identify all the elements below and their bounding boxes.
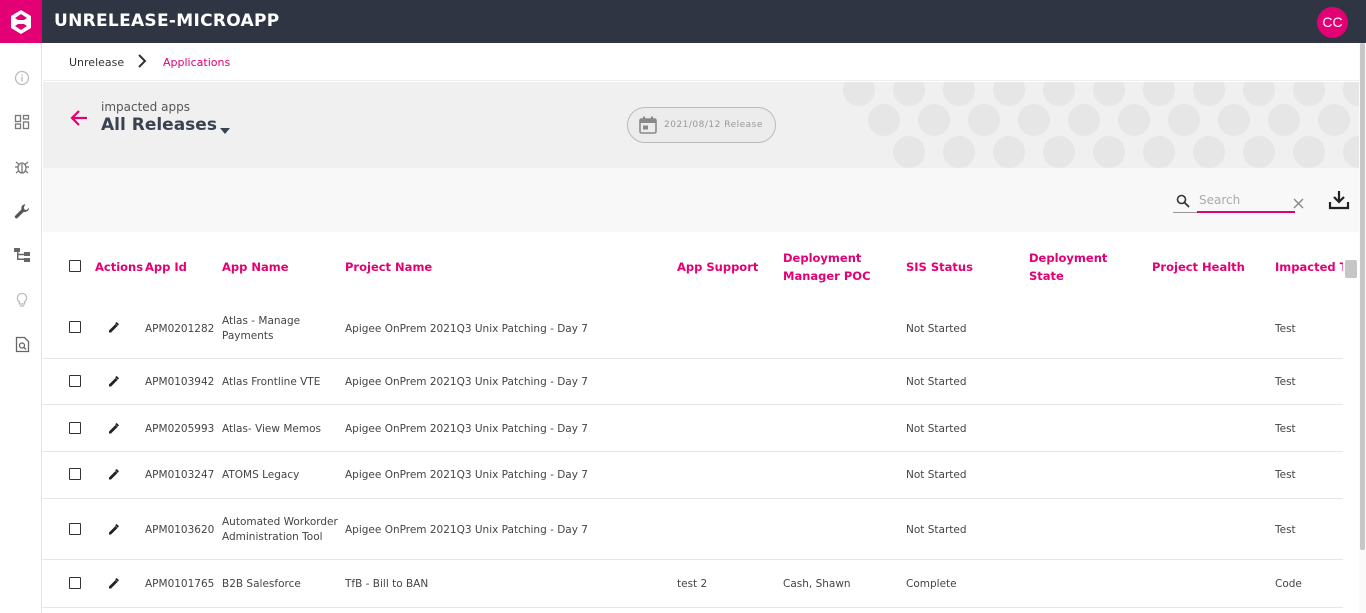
column-header-deployment-manager-poc[interactable]: Deployment Manager POC [783,249,875,285]
dashboard-icon[interactable] [12,112,32,132]
calendar-icon [638,115,658,139]
cell-app-name: Atlas- View Memos [222,423,321,435]
release-selector[interactable]: All Releases [101,115,217,135]
column-header-app-id[interactable]: App Id [145,258,187,276]
search-input[interactable] [1197,189,1295,213]
row-checkbox[interactable] [69,422,81,434]
cell-project-name: Apigee OnPrem 2021Q3 Unix Patching - Day… [345,469,588,481]
column-header-actions[interactable]: Actions [95,258,143,276]
download-icon[interactable] [1328,190,1350,214]
applications-table: Actions App Id App Name Project Name App… [43,232,1343,613]
row-checkbox[interactable] [69,375,81,387]
cell-app-id: APM0101765 [145,578,215,590]
edit-pencil-icon[interactable] [107,467,121,484]
cell-project-name: Apigee OnPrem 2021Q3 Unix Patching - Day… [345,323,588,335]
cell-sis-status: Complete [906,578,957,590]
document-search-icon[interactable] [12,334,32,354]
cell-app-name: ATOMS Legacy [222,469,300,481]
close-icon[interactable] [1293,194,1304,213]
cell-app-id: APM0201282 [145,323,215,335]
edit-pencil-icon[interactable] [107,522,121,539]
breadcrumb-current[interactable]: Applications [163,56,230,69]
cell-impacted-type: Test [1275,323,1296,335]
cell-impacted-type: Test [1275,423,1296,435]
cell-project-name: Apigee OnPrem 2021Q3 Unix Patching - Day… [345,423,588,435]
cell-impacted-type: Test [1275,376,1296,388]
column-header-sis-status[interactable]: SIS Status [906,258,973,276]
user-avatar[interactable]: CC [1317,7,1348,38]
page-header: impacted apps All Releases 2021/08/12 Re… [43,82,1359,168]
cell-impacted-type: Test [1275,469,1296,481]
table-row[interactable]: APM0103942 Atlas Frontline VTE Apigee On… [43,359,1343,405]
cell-app-name: B2B Salesforce [222,578,301,590]
cell-impacted-type: Code [1275,578,1302,590]
cell-app-id: APM0205993 [145,423,215,435]
bug-icon[interactable] [12,157,32,177]
wrench-icon[interactable] [12,201,32,221]
back-arrow-icon[interactable] [69,108,89,132]
table-row[interactable]: APM0201282 Atlas - Manage Payments Apige… [43,302,1343,359]
release-date-chip[interactable]: 2021/08/12 Release [627,107,776,143]
cell-deployment-manager-poc: Cash, Shawn [783,578,851,590]
cell-app-support: test 2 [677,578,708,590]
cell-app-id: APM0103620 [145,524,215,536]
table-header: Actions App Id App Name Project Name App… [43,232,1343,302]
cell-project-name: TfB - Bill to BAN [345,578,429,590]
cell-project-name: Apigee OnPrem 2021Q3 Unix Patching - Day… [345,376,588,388]
cell-project-name: Apigee OnPrem 2021Q3 Unix Patching - Day… [345,524,588,536]
cell-app-name: Atlas Frontline VTE [222,376,321,388]
cell-impacted-type: Test [1275,524,1296,536]
table-row[interactable]: APM0103247 ATOMS Legacy Apigee OnPrem 20… [43,452,1343,499]
cell-sis-status: Not Started [906,423,967,435]
breadcrumb: Unrelease Applications [43,43,1359,81]
table-scrollbar-thumb[interactable] [1345,260,1357,278]
row-checkbox[interactable] [69,523,81,535]
brand-logo[interactable] [0,0,42,43]
cell-sis-status: Not Started [906,524,967,536]
sidebar [0,43,42,613]
column-header-impacted-type[interactable]: Impacted Ty [1275,258,1343,276]
hierarchy-icon[interactable] [12,245,32,265]
cell-sis-status: Not Started [906,376,967,388]
column-header-app-support[interactable]: App Support [677,258,758,276]
table-toolbar [43,168,1359,232]
logo-icon [11,9,31,34]
cell-app-name: Automated Workorder Administration Tool [222,516,338,543]
chevron-right-icon [136,53,148,72]
table-row[interactable]: APM0103620 Automated Workorder Administr… [43,499,1343,560]
row-checkbox[interactable] [69,468,81,480]
lightbulb-icon[interactable] [12,290,32,310]
info-icon[interactable] [12,68,32,88]
edit-pencil-icon[interactable] [107,576,121,593]
cell-app-name: Atlas - Manage Payments [222,315,301,342]
cell-sis-status: Not Started [906,469,967,481]
page-scrollbar-thumb[interactable] [1360,43,1365,550]
breadcrumb-root[interactable]: Unrelease [69,56,124,69]
release-chip-label: 2021/08/12 Release [664,120,763,130]
decorative-dots-pattern [843,82,1359,168]
header-sub-label: impacted apps [101,100,190,114]
cell-sis-status: Not Started [906,323,967,335]
column-header-deployment-state[interactable]: Deployment State [1029,249,1119,285]
search-icon [1176,193,1190,212]
column-header-app-name[interactable]: App Name [222,258,289,276]
edit-pencil-icon[interactable] [107,320,121,337]
table-row[interactable]: APM0101765 B2B Salesforce TfB - Bill to … [43,560,1343,608]
caret-down-icon[interactable] [219,120,231,139]
app-title: UNRELEASE-MICROAPP [54,11,280,31]
cell-app-id: APM0103942 [145,376,215,388]
column-header-project-name[interactable]: Project Name [345,258,432,276]
top-bar: UNRELEASE-MICROAPP CC [0,0,1366,43]
edit-pencil-icon[interactable] [107,421,121,438]
select-all-checkbox[interactable] [69,260,81,272]
edit-pencil-icon[interactable] [107,374,121,391]
row-checkbox[interactable] [69,577,81,589]
column-header-project-health[interactable]: Project Health [1152,258,1245,276]
table-row[interactable]: APM0205993 Atlas- View Memos Apigee OnPr… [43,405,1343,452]
row-checkbox[interactable] [69,321,81,333]
cell-app-id: APM0103247 [145,469,215,481]
